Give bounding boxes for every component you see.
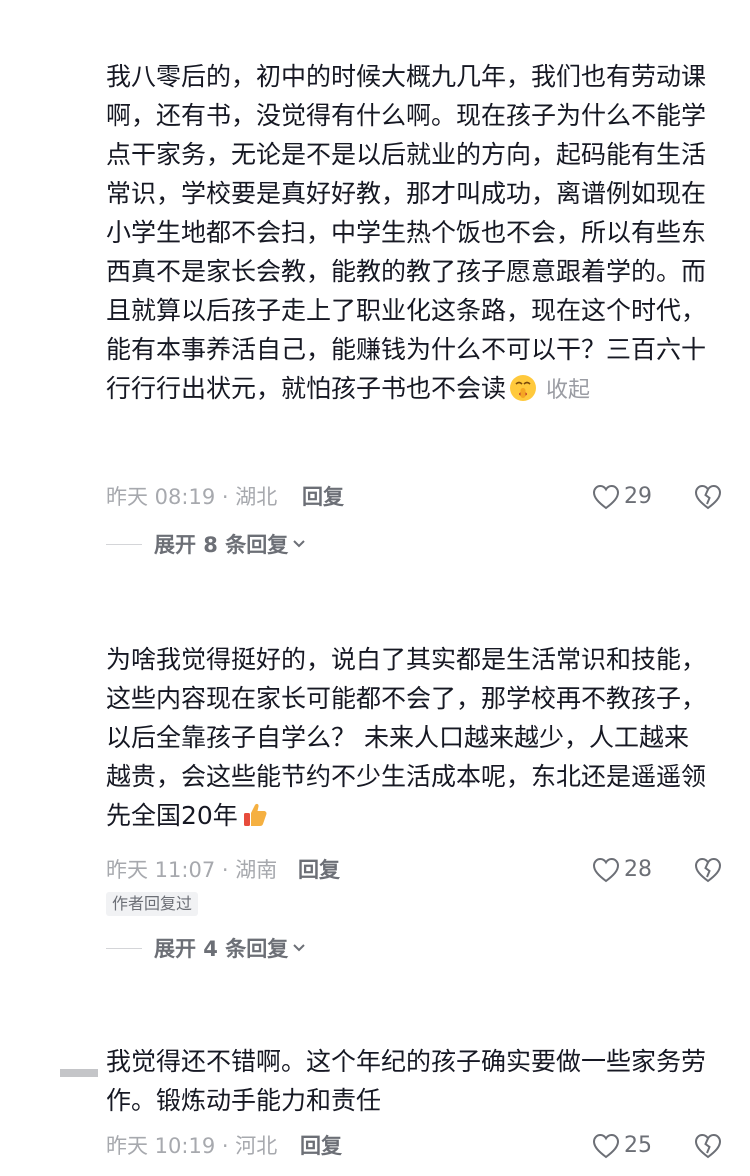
collapse-link[interactable]: 收起: [546, 378, 590, 403]
heart-icon: [592, 484, 620, 510]
comment-meta: 昨天 11:07 · 湖南 回复 28: [106, 855, 726, 885]
broken-heart-icon[interactable]: [694, 484, 722, 510]
comment-body: 为啥我觉得挺好的，说白了其实都是生活常识和技能，这些内容现在家长可能都不会了，那…: [106, 645, 707, 830]
comment-text: 我八零后的，初中的时候大概九几年，我们也有劳动课啊，还有书，没觉得有什么啊。现在…: [106, 57, 706, 410]
expand-replies-label: 展开 8 条回复: [154, 533, 289, 557]
expand-replies-label: 展开 4 条回复: [154, 937, 289, 961]
expand-replies-button[interactable]: 展开 8 条回复: [106, 529, 306, 559]
heart-icon: [592, 1133, 620, 1159]
redacted-avatar-placeholder: [60, 1069, 98, 1077]
comment-time-location: 昨天 11:07 · 湖南: [106, 858, 278, 882]
like-button[interactable]: 28: [592, 855, 652, 885]
like-button[interactable]: 29: [592, 482, 652, 512]
expand-divider: [106, 543, 142, 545]
reply-button[interactable]: 回复: [300, 1131, 342, 1161]
chevron-down-icon: [293, 944, 305, 952]
comment-body: 我觉得还不错啊。这个年纪的孩子确实要做一些家务劳作。锻炼动手能力和责任: [106, 1047, 707, 1115]
expand-replies-button[interactable]: 展开 4 条回复: [106, 933, 306, 963]
like-button[interactable]: 25: [592, 1131, 652, 1161]
comment-meta: 昨天 08:19 · 湖北 回复 29: [106, 482, 726, 512]
like-count: 25: [624, 1133, 652, 1158]
reply-button[interactable]: 回复: [298, 855, 340, 885]
heart-icon: [592, 857, 620, 883]
author-replied-badge: 作者回复过: [106, 892, 199, 916]
comment-body: 我八零后的，初中的时候大概九几年，我们也有劳动课啊，还有书，没觉得有什么啊。现在…: [106, 62, 707, 403]
thumbs-up-emoji-icon: [243, 803, 267, 826]
comment-meta: 昨天 10:19 · 河北 回复 25: [106, 1131, 726, 1161]
like-count: 29: [624, 484, 652, 509]
broken-heart-icon[interactable]: [694, 857, 722, 883]
like-count: 28: [624, 857, 652, 882]
comment-text: 为啥我觉得挺好的，说白了其实都是生活常识和技能，这些内容现在家长可能都不会了，那…: [106, 640, 706, 835]
comment-text: 我觉得还不错啊。这个年纪的孩子确实要做一些家务劳作。锻炼动手能力和责任: [106, 1042, 706, 1120]
expand-divider: [106, 947, 142, 949]
comment-time-location: 昨天 08:19 · 湖北: [106, 485, 278, 509]
chevron-down-icon: [293, 540, 305, 548]
comment-time-location: 昨天 10:19 · 河北: [106, 1134, 278, 1158]
broken-heart-icon[interactable]: [694, 1133, 722, 1159]
shushing-face-emoji-icon: [510, 375, 537, 401]
reply-button[interactable]: 回复: [302, 482, 344, 512]
